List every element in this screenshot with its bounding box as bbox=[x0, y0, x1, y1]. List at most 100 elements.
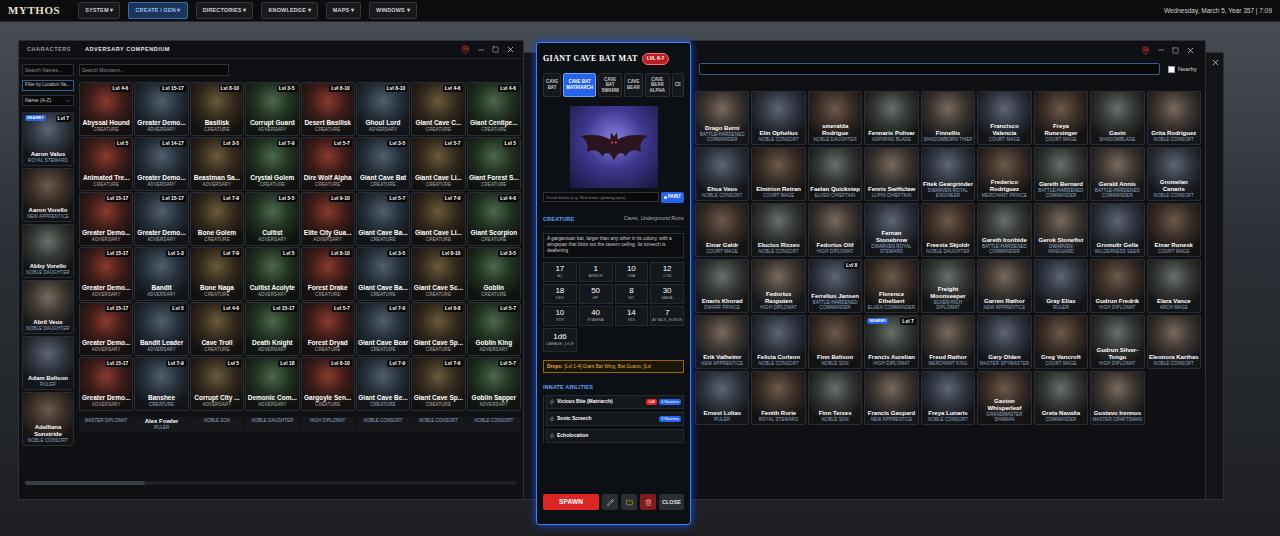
character-card[interactable]: Fenris SwiftclawLUPIN CHIEFTAIN bbox=[864, 147, 918, 201]
monster-card[interactable]: Lvl 4-6Abyssal HoundCREATURE bbox=[79, 82, 133, 136]
monster-card[interactable]: Lvl 5Bandit LeaderADVERSARY bbox=[134, 302, 188, 356]
character-card[interactable]: Aaron VorelloNEW APPRENTICE bbox=[22, 168, 74, 222]
pin-icon[interactable] bbox=[461, 45, 470, 54]
character-card[interactable]: Drago BerniBATTLE-HARDENED COMMANDER bbox=[695, 91, 749, 145]
close-icon[interactable] bbox=[506, 45, 515, 54]
character-card[interactable]: Freesia SkjoldrNOBLE DAUGHTER bbox=[921, 203, 975, 257]
monster-card[interactable]: Lvl 7-9Crystal GolemCREATURE bbox=[245, 137, 299, 191]
character-card[interactable]: Elucius RizzeoNOBLE CONSORT bbox=[751, 203, 805, 257]
character-card[interactable]: Einar GaldrCOURT MAGE bbox=[695, 203, 749, 257]
monster-card[interactable]: Lvl 8-10BasiliskCREATURE bbox=[190, 82, 244, 136]
monster-card[interactable]: Lvl 8-10Gargoyle Sen...CREATURE bbox=[301, 357, 355, 411]
partial-card[interactable]: MASTER DIPLOMAT bbox=[79, 417, 133, 432]
character-card[interactable]: Finn TerzesNOBLE SON bbox=[808, 371, 862, 425]
menu-item[interactable]: MAPS ▾ bbox=[326, 2, 361, 18]
monster-card[interactable]: Lvl 3-5GoblinCREATURE bbox=[467, 247, 521, 301]
monster-card[interactable]: Lvl 3-5CultistADVERSARY bbox=[245, 192, 299, 246]
monster-card[interactable]: Lvl 9-10Elite City Gua...ADVERSARY bbox=[301, 192, 355, 246]
minimize-icon[interactable] bbox=[477, 46, 485, 54]
visual-details-input[interactable] bbox=[543, 192, 659, 202]
monster-card[interactable]: Lvl 7-9Giant Cave Sp...CREATURE bbox=[411, 357, 465, 411]
monster-card[interactable]: Lvl 7-9Giant Cave Li...CREATURE bbox=[411, 192, 465, 246]
character-card[interactable]: Fitek GeargrinderDWARVEN ROYAL ENGINEER bbox=[921, 147, 975, 201]
close-button[interactable]: CLOSE bbox=[659, 494, 684, 510]
variant-tab[interactable]: CAVE BEAR bbox=[624, 73, 643, 97]
partial-card[interactable]: HIGH DIPLOMAT bbox=[301, 417, 355, 432]
character-card[interactable]: Gray EliasRULER bbox=[1034, 259, 1088, 313]
menu-item[interactable]: SYSTEM ▾ bbox=[78, 2, 120, 18]
character-card[interactable]: Lvl 7NEARBYAaron ValusROYAL STEWARD bbox=[22, 112, 74, 166]
character-card[interactable]: Enaris KhoradDWARF PRINCE bbox=[695, 259, 749, 313]
character-card[interactable]: Fennaris PolivarASPIRING BLADE bbox=[864, 91, 918, 145]
partial-card[interactable]: NOBLE CONSORT bbox=[467, 417, 521, 432]
monster-card[interactable]: Lvl 3-5Corrupt GuardADVERSARY bbox=[245, 82, 299, 136]
character-card[interactable]: Gromelan CanarisNOBLE CONSORT bbox=[1147, 147, 1201, 201]
character-card[interactable]: Elin OpheliusNOBLE CONSORT bbox=[751, 91, 805, 145]
character-card[interactable]: Lvl 8Ferrelius JansenBATTLE-HARDENED COM… bbox=[808, 259, 862, 313]
nearby-toggle[interactable]: Nearby bbox=[1168, 65, 1197, 74]
character-card[interactable]: Faelan QuickstepELVEN CHIEFTAIN bbox=[808, 147, 862, 201]
character-card[interactable]: Abby VorelloNOBLE DAUGHTER bbox=[22, 224, 74, 278]
variant-tab[interactable]: CE bbox=[672, 73, 684, 97]
monster-card[interactable]: Lvl 8-10Forest DrakeCREATURE bbox=[301, 247, 355, 301]
character-card[interactable]: Grita RodriguezNOBLE CONSORT bbox=[1147, 91, 1201, 145]
spawn-button[interactable]: SPAWN bbox=[543, 494, 599, 510]
character-card[interactable]: Adelliana SunstrideNOBLE CONSORT bbox=[22, 392, 74, 446]
character-card[interactable]: Ehsa VeusNOBLE CONSORT bbox=[695, 147, 749, 201]
horizontal-scrollbar[interactable] bbox=[25, 481, 517, 485]
character-card[interactable]: Freud RathorMERCHANT KING bbox=[921, 315, 975, 369]
scrollbar-thumb[interactable] bbox=[25, 481, 145, 485]
character-card[interactable]: Gudrun FredrikHIGH DIPLOMAT bbox=[1090, 259, 1144, 313]
character-card[interactable]: Greg VancroftCOURT MAGE bbox=[1034, 315, 1088, 369]
menu-item[interactable]: CREATE / GEN ▾ bbox=[128, 2, 187, 18]
minimize-icon[interactable] bbox=[1157, 46, 1165, 54]
partial-card[interactable]: NOBLE CONSORT bbox=[411, 417, 465, 432]
character-card[interactable]: Einar RuneskCOURT MAGE bbox=[1147, 203, 1201, 257]
monster-card[interactable]: Lvl 8-10Ghoul LordADVERSARY bbox=[356, 82, 410, 136]
character-card[interactable]: Fernan StonebrowDWARVEN ROYAL STEWARD bbox=[864, 203, 918, 257]
monster-card[interactable]: Lvl 8-10Desert BasiliskCREATURE bbox=[301, 82, 355, 136]
character-card[interactable]: Frederico RodriguezMERCHANT PRINCE bbox=[977, 147, 1031, 201]
monster-card[interactable]: Lvl 15-17Greater Demo...ADVERSARY bbox=[79, 357, 133, 411]
character-card[interactable]: Francis GaspardNEW APPRENTICE bbox=[864, 371, 918, 425]
character-card[interactable]: Freya LunarisNOBLE CONSORT bbox=[921, 371, 975, 425]
monster-card[interactable]: Lvl 18Demonic Com...ADVERSARY bbox=[245, 357, 299, 411]
ability-row[interactable]: Echolocation bbox=[546, 429, 684, 443]
character-card[interactable]: Gerald AnnisBATTLE-HARDENED COMMANDER bbox=[1090, 147, 1144, 201]
character-card[interactable]: Gromulir GellaWILDERNESS SEER bbox=[1090, 203, 1144, 257]
character-card[interactable]: Gerok StonefistDWARVEN VANGUARD bbox=[1034, 203, 1088, 257]
character-card[interactable]: Gary OldenMASTER SPYMASTER bbox=[977, 315, 1031, 369]
monster-card[interactable]: Lvl 6-8Giant Cave Sp...CREATURE bbox=[411, 302, 465, 356]
variant-tab[interactable]: CAVE BAT bbox=[543, 73, 561, 97]
monster-card[interactable]: Lvl 15-17Greater Demo...ADVERSARY bbox=[79, 247, 133, 301]
variant-tab[interactable]: CAVE BEAR ALPHA bbox=[645, 73, 670, 97]
variant-tab[interactable]: CAVE BAT SWARM bbox=[598, 73, 622, 97]
character-card[interactable]: Finn BelisonNOBLE SON bbox=[808, 315, 862, 369]
character-card[interactable]: GavinSHADOWBLADE bbox=[1090, 91, 1144, 145]
character-card[interactable]: Francisco ValenciaCOURT MAGE bbox=[977, 91, 1031, 145]
character-card[interactable]: Fenith RorieROYAL STEWARD bbox=[751, 371, 805, 425]
monster-card[interactable]: Lvl 5-7Giant Cave Li...CREATURE bbox=[411, 137, 465, 191]
character-card[interactable]: Felicia CorleonNOBLE CONSORT bbox=[751, 315, 805, 369]
partial-card[interactable]: NOBLE DAUGHTER bbox=[245, 417, 299, 432]
monster-card[interactable]: Lvl 3-5Giant Cave Ba...CREATURE bbox=[356, 247, 410, 301]
monster-card[interactable]: Lvl 7-9Giant Cave Be...CREATURE bbox=[356, 357, 410, 411]
monster-card[interactable]: Lvl 4-6Cave TrollCREATURE bbox=[190, 302, 244, 356]
character-card[interactable]: Gudrun Silver-TonguHIGH DIPLOMAT bbox=[1090, 315, 1144, 369]
location-filter[interactable]: Filter by Location Na... bbox=[22, 80, 74, 91]
monster-card[interactable]: Lvl 3-5Giant Cave BatCREATURE bbox=[356, 137, 410, 191]
monster-card[interactable]: Lvl 5-7Giant Cave Ba...CREATURE bbox=[356, 192, 410, 246]
character-card[interactable]: Fedorius RasputenHIGH DIPLOMAT bbox=[751, 259, 805, 313]
monster-card[interactable]: Lvl 15-17Greater Demo...ADVERSARY bbox=[79, 192, 133, 246]
monster-card[interactable]: Lvl 5Cultist AcolyteADVERSARY bbox=[245, 247, 299, 301]
search-input[interactable] bbox=[699, 63, 1160, 75]
menu-item[interactable]: WINDOWS ▾ bbox=[369, 2, 417, 18]
monster-card[interactable]: Lvl 5-7Forest DryadCREATURE bbox=[301, 302, 355, 356]
maximize-icon[interactable] bbox=[492, 46, 499, 53]
monster-card[interactable]: Lvl 14-17Greater Demo...ADVERSARY bbox=[134, 137, 188, 191]
character-card[interactable]: Freight MoonseeperELVEN HIGH DIPLOMAT bbox=[921, 259, 975, 313]
close-icon[interactable] bbox=[1186, 46, 1195, 55]
nearby-checkbox[interactable] bbox=[1168, 66, 1175, 73]
delete-button[interactable] bbox=[640, 494, 656, 510]
variant-tab[interactable]: CAVE BAT MATRIARCH bbox=[563, 73, 596, 97]
